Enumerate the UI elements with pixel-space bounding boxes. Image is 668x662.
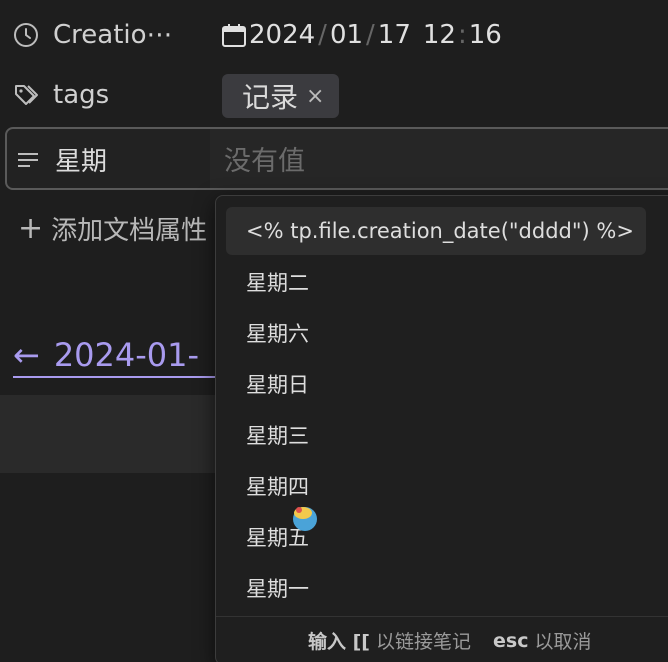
suggestion-item[interactable]: 星期四 xyxy=(226,462,646,510)
calendar-icon[interactable] xyxy=(221,22,247,48)
suggestion-item[interactable]: 星期一 xyxy=(226,564,646,612)
date-month: 01 xyxy=(329,20,364,50)
time-hour: 12 xyxy=(422,20,456,50)
clock-icon xyxy=(13,22,39,48)
suggestion-item[interactable]: 星期三 xyxy=(226,411,646,459)
weekday-value-input[interactable]: 没有值 xyxy=(210,129,668,188)
arrow-left-icon: ← xyxy=(13,336,40,374)
time-minute: 16 xyxy=(468,20,502,50)
property-row-weekday: 星期 没有值 xyxy=(5,127,668,190)
suggestion-item[interactable]: 星期日 xyxy=(226,360,646,408)
floating-emoji-icon xyxy=(290,502,320,532)
property-label-weekday: 星期 xyxy=(55,147,108,177)
property-label-created: Creatio⋯ xyxy=(53,20,173,50)
suggestion-item[interactable]: 星期二 xyxy=(226,258,646,306)
footer-esc-key: esc xyxy=(493,629,529,652)
date-separator: / xyxy=(366,20,375,50)
add-property-label: 添加文档属性 xyxy=(51,216,208,246)
footer-input-text: 以链接笔记 xyxy=(375,631,471,653)
backlink-label: 2024-01- xyxy=(53,336,200,374)
suggestion-item[interactable]: 星期六 xyxy=(226,309,646,357)
footer-input-key: 输入 [[ xyxy=(308,631,370,653)
tag-label: 记录 xyxy=(242,81,299,114)
suggestion-item[interactable]: <% tp.file.creation_date("dddd") %> xyxy=(226,207,646,255)
date-time-value[interactable]: 2024 / 01 / 17 12 : 16 xyxy=(221,20,502,50)
text-lines-icon xyxy=(15,147,41,173)
remove-tag-icon[interactable]: × xyxy=(306,84,324,109)
suggestion-dropdown: <% tp.file.creation_date("dddd") %> 星期二 … xyxy=(215,195,668,662)
property-key-tags[interactable]: tags xyxy=(13,80,109,110)
property-row-created: Creatio⋯ 2024 / 01 / 17 12 : 16 xyxy=(0,14,668,56)
properties-editor: Creatio⋯ 2024 / 01 / 17 12 : 16 tags 记录 … xyxy=(0,0,668,662)
suggestion-item[interactable]: 星期五 xyxy=(226,513,646,561)
tag-pill[interactable]: 记录 × xyxy=(222,74,339,118)
backlink[interactable]: ← 2024-01- xyxy=(13,334,223,378)
date-separator: / xyxy=(318,20,327,50)
tag-icon xyxy=(13,82,39,108)
property-label-tags: tags xyxy=(53,80,110,110)
footer-esc-text: 以取消 xyxy=(534,631,592,653)
date-year: 2024 xyxy=(249,20,316,50)
time-separator: : xyxy=(457,20,467,50)
content-block xyxy=(0,395,220,473)
date-day: 17 xyxy=(377,20,411,50)
dropdown-footer: 输入 [[ 以链接笔记 esc 以取消 xyxy=(216,616,668,662)
property-row-tags: tags 记录 × xyxy=(0,72,668,118)
property-key-created[interactable]: Creatio⋯ xyxy=(13,20,173,50)
property-key-weekday[interactable]: 星期 xyxy=(15,141,107,178)
plus-icon: + xyxy=(18,211,44,246)
add-property-button[interactable]: + 添加文档属性 xyxy=(18,210,207,247)
